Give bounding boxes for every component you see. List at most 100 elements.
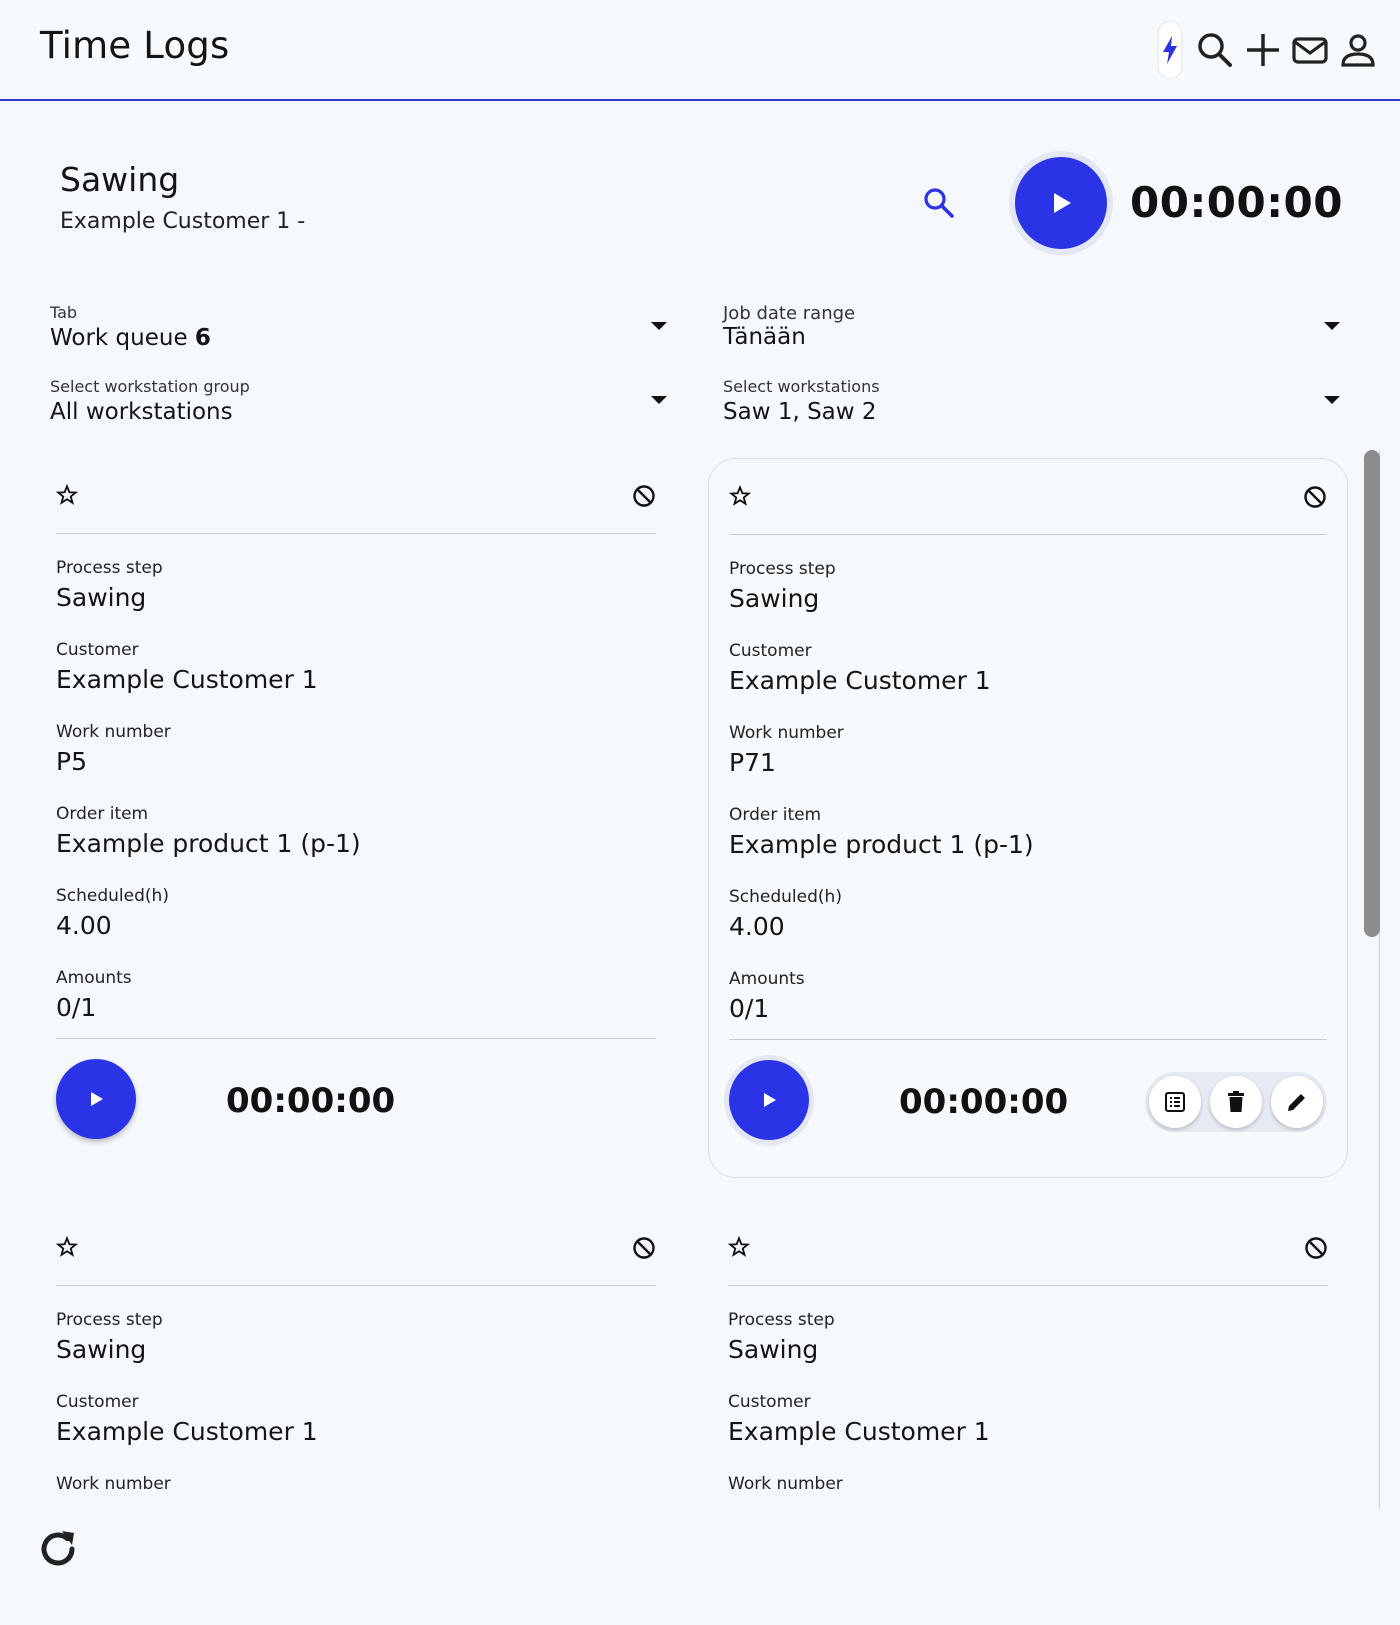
order-item-field: Order item Example product 1 (p-1): [729, 805, 1034, 867]
star-icon[interactable]: [56, 1236, 78, 1258]
field-value: P71: [729, 748, 776, 777]
pencil-icon: [1288, 1094, 1305, 1111]
card-timer: 00:00:00: [226, 1081, 396, 1121]
workstations-select[interactable]: Select workstations Saw 1, Saw 2: [723, 377, 880, 425]
edit-button[interactable]: [1271, 1076, 1323, 1128]
tab-count-badge: 6: [194, 325, 211, 351]
field-label: Process step: [56, 558, 163, 578]
field-value: Example Customer 1: [56, 1417, 318, 1446]
job-card[interactable]: Process step Sawing Customer Example Cus…: [36, 458, 676, 1168]
card-fields: Process step Sawing Customer Example Cus…: [56, 558, 361, 1050]
process-step-field: Process step Sawing: [56, 558, 361, 620]
field-label: Work number: [728, 1474, 843, 1494]
card-play-button[interactable]: [56, 1059, 136, 1139]
field-value: Example product 1 (p-1): [56, 829, 361, 858]
scheduled-field: Scheduled(h) 4.00: [729, 887, 1034, 949]
star-icon[interactable]: [729, 485, 751, 507]
search-icon: [1198, 33, 1232, 67]
field-label: Scheduled(h): [56, 886, 169, 906]
card-play-button[interactable]: [729, 1060, 809, 1140]
card-footer: 00:00:00: [729, 1039, 1327, 1159]
workstation-group-label: Select workstation group: [50, 377, 250, 396]
field-value: 4.00: [56, 911, 112, 940]
details-button[interactable]: [1149, 1076, 1201, 1128]
job-search-button[interactable]: [922, 186, 956, 224]
job-card[interactable]: Process step Sawing Customer Example Cus…: [708, 1210, 1348, 1510]
field-label: Amounts: [729, 969, 805, 989]
process-step-field: Process step Sawing: [56, 1310, 318, 1372]
plus-icon: [1247, 34, 1279, 66]
field-value: 0/1: [729, 994, 770, 1023]
search-icon: [924, 188, 954, 218]
delete-button[interactable]: [1210, 1076, 1262, 1128]
block-icon[interactable]: [1303, 485, 1327, 509]
field-label: Customer: [56, 640, 139, 660]
amounts-field: Amounts 0/1: [56, 968, 361, 1030]
play-icon: [1054, 193, 1071, 213]
work-number-field: Work number P71: [729, 723, 1034, 785]
refresh-button[interactable]: [34, 1525, 82, 1577]
field-label: Customer: [56, 1392, 139, 1412]
chevron-down-icon[interactable]: [651, 396, 667, 404]
field-value: Example Customer 1: [729, 666, 991, 695]
block-icon[interactable]: [632, 1236, 656, 1260]
chevron-down-icon[interactable]: [1324, 396, 1340, 404]
field-label: Work number: [56, 722, 171, 742]
bolt-button[interactable]: [1159, 22, 1181, 78]
field-label: Process step: [729, 559, 836, 579]
add-button[interactable]: [1243, 30, 1283, 70]
field-value: Sawing: [729, 584, 820, 613]
job-card[interactable]: Process step Sawing Customer Example Cus…: [36, 1210, 676, 1510]
trash-icon: [1228, 1091, 1244, 1112]
field-label: Amounts: [56, 968, 132, 988]
chevron-down-icon[interactable]: [1324, 322, 1340, 330]
card-toolbar: [56, 458, 656, 534]
main-play-button[interactable]: [1015, 157, 1107, 249]
field-label: Order item: [56, 804, 149, 824]
tab-select[interactable]: Tab Work queue 6: [50, 303, 211, 351]
chevron-down-icon[interactable]: [651, 322, 667, 330]
star-icon[interactable]: [56, 484, 78, 506]
tab-select-value: Work queue 6: [50, 325, 211, 351]
play-icon: [91, 1092, 103, 1106]
field-value: Sawing: [56, 1335, 147, 1364]
field-value: Sawing: [728, 1335, 819, 1364]
user-button[interactable]: [1338, 30, 1378, 70]
block-icon[interactable]: [1304, 1236, 1328, 1260]
star-icon[interactable]: [728, 1236, 750, 1258]
top-bar: Time Logs: [0, 0, 1400, 101]
field-label: Scheduled(h): [729, 887, 842, 907]
customer-field: Customer Example Customer 1: [56, 1392, 318, 1454]
field-label: Work number: [56, 1474, 171, 1494]
date-range-select[interactable]: Job date range Tänään: [723, 303, 855, 350]
search-button[interactable]: [1195, 30, 1235, 70]
order-item-field: Order item Example product 1 (p-1): [56, 804, 361, 866]
customer-field: Customer Example Customer 1: [729, 641, 1034, 703]
card-actions: [1145, 1072, 1327, 1132]
work-number-field: Work number P5: [56, 722, 361, 784]
list-icon: [1165, 1092, 1185, 1112]
field-label: Customer: [729, 641, 812, 661]
scrollbar-thumb[interactable]: [1364, 450, 1380, 937]
job-card[interactable]: Process step Sawing Customer Example Cus…: [708, 458, 1348, 1178]
field-value: P5: [56, 747, 87, 776]
tab-select-text: Work queue: [50, 325, 188, 351]
field-value: Example product 1 (p-1): [729, 830, 1034, 859]
workstation-group-select[interactable]: Select workstation group All workstation…: [50, 377, 250, 425]
field-label: Order item: [729, 805, 822, 825]
app-title: Time Logs: [40, 24, 230, 67]
tab-select-label: Tab: [50, 303, 78, 322]
field-label: Process step: [56, 1310, 163, 1330]
field-value: Example Customer 1: [728, 1417, 990, 1446]
card-fields: Process step Sawing Customer Example Cus…: [729, 559, 1034, 1051]
field-label: Work number: [729, 723, 844, 743]
field-label: Customer: [728, 1392, 811, 1412]
date-range-value: Tänään: [723, 324, 806, 350]
mail-button[interactable]: [1290, 30, 1330, 70]
play-icon: [764, 1093, 776, 1107]
date-range-label: Job date range: [723, 303, 856, 324]
customer-field: Customer Example Customer 1: [728, 1392, 990, 1454]
bolt-icon: [1163, 36, 1177, 64]
refresh-icon: [41, 1531, 75, 1566]
block-icon[interactable]: [632, 484, 656, 508]
